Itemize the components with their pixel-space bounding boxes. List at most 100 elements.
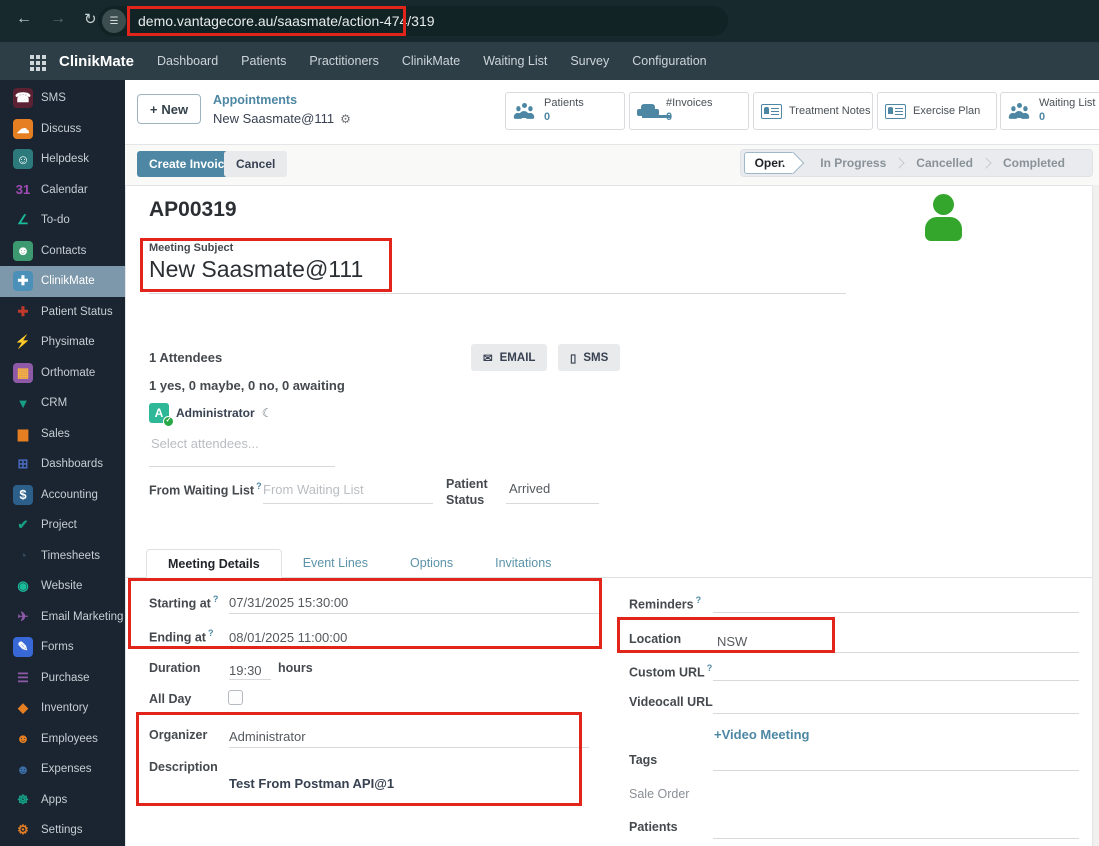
tab-meeting-details[interactable]: Meeting Details [146, 549, 282, 578]
waiting-list-count: 0 [1039, 111, 1046, 123]
site-settings-icon[interactable]: ☰ [102, 9, 126, 33]
cancel-button[interactable]: Cancel [224, 151, 288, 177]
back-icon[interactable]: ← [16, 10, 32, 28]
sidebar-item-sales[interactable]: ▆ Sales [0, 419, 125, 450]
sidebar-item-sms[interactable]: ☎ SMS [0, 83, 125, 114]
help-icon[interactable]: ? [707, 663, 713, 673]
sidebar-item-expenses[interactable]: ☻ Expenses [0, 754, 125, 785]
sidebar-item-clinikmate[interactable]: ✚ ClinikMate [0, 266, 125, 297]
sidebar-item-apps[interactable]: ☸ Apps [0, 785, 125, 816]
sidebar-item-email-marketing[interactable]: ✈ Email Marketing [0, 602, 125, 633]
project-icon: ✔ [17, 517, 29, 533]
status-step-open[interactable]: Open [743, 152, 794, 174]
reload-icon[interactable]: ↻ [84, 10, 97, 28]
sidebar-item-crm[interactable]: ▼ CRM [0, 388, 125, 419]
nav-item-survey[interactable]: Survey [570, 54, 609, 68]
from-waiting-list-input[interactable]: From Waiting List [263, 482, 364, 497]
gear-icon[interactable]: ⚙ [340, 112, 351, 126]
sidebar-item-todo[interactable]: ∠ To-do [0, 205, 125, 236]
stat-button-waiting-list[interactable]: Waiting List 0 [1000, 92, 1099, 130]
patients-field[interactable] [713, 838, 1079, 839]
ending-at-input[interactable]: 08/01/2025 11:00:00 [229, 630, 347, 645]
nav-item-practitioners[interactable]: Practitioners [309, 54, 378, 68]
stat-button-patients[interactable]: Patients 0 [505, 92, 625, 130]
sidebar-item-employees[interactable]: ☻ Employees [0, 724, 125, 755]
meeting-subject-input[interactable]: New Saasmate@111 [149, 256, 363, 283]
nav-item-configuration[interactable]: Configuration [632, 54, 706, 68]
select-attendees-input[interactable]: Select attendees... [151, 436, 259, 451]
envelope-icon: ✉ [483, 352, 493, 365]
forward-icon[interactable]: → [50, 10, 66, 28]
sidebar-item-physimate[interactable]: ⚡ Physimate [0, 327, 125, 358]
sidebar-item-helpdesk[interactable]: ☺ Helpdesk [0, 144, 125, 175]
avatar: A ✓ [149, 403, 174, 427]
sidebar-item-patient-status[interactable]: ✚ Patient Status [0, 297, 125, 328]
email-button[interactable]: ✉ EMAIL [471, 344, 548, 371]
help-icon[interactable]: ? [208, 628, 214, 638]
status-step-cancelled[interactable]: Cancelled [901, 156, 988, 170]
contacts-icon: ☻ [13, 240, 33, 261]
sidebar-item-project[interactable]: ✔ Project [0, 510, 125, 541]
breadcrumb: New Saasmate@111 ⚙ [213, 111, 351, 126]
sidebar-item-purchase[interactable]: ☰ Purchase [0, 663, 125, 694]
starting-at-input[interactable]: 07/31/2025 15:30:00 [229, 595, 348, 610]
help-icon[interactable]: ? [256, 481, 262, 491]
help-icon[interactable]: ? [696, 595, 702, 605]
reminders-field[interactable] [713, 612, 1079, 613]
stat-button-exercise-plan[interactable]: Exercise Plan [877, 92, 997, 130]
status-step-completed[interactable]: Completed [988, 156, 1080, 170]
breadcrumb-appointments[interactable]: Appointments [213, 93, 297, 107]
description-input[interactable]: Test From Postman API@1 [229, 776, 394, 791]
add-video-meeting-link[interactable]: +Video Meeting [714, 727, 809, 742]
all-day-checkbox[interactable] [228, 690, 243, 705]
videocall-url-field[interactable] [713, 713, 1079, 714]
new-button[interactable]: + New [137, 94, 201, 124]
organizer-input[interactable]: Administrator [229, 729, 306, 744]
invoices-count: 0 [666, 111, 673, 123]
sms-button[interactable]: ▯ SMS [558, 344, 621, 371]
stat-button-invoices[interactable]: #Invoices 0 [629, 92, 749, 130]
attendee-chip[interactable]: A ✓ Administrator ☾ [149, 403, 273, 427]
nav-item-waiting-list[interactable]: Waiting List [483, 54, 547, 68]
nav-item-dashboard[interactable]: Dashboard [157, 54, 218, 68]
status-step-in-progress[interactable]: In Progress [805, 156, 901, 170]
sidebar-item-inventory[interactable]: ◆ Inventory [0, 693, 125, 724]
sidebar-item-calendar[interactable]: 31 Calendar [0, 175, 125, 206]
stat-button-treatment-notes[interactable]: Treatment Notes [753, 92, 873, 130]
sidebar-item-dashboards[interactable]: ⊞ Dashboards [0, 449, 125, 480]
moon-icon: ☾ [261, 406, 273, 420]
car-icon [637, 104, 659, 118]
orthomate-icon: ▦ [13, 362, 33, 383]
sidebar-item-contacts[interactable]: ☻ Contacts [0, 236, 125, 267]
url-input[interactable]: demo.vantagecore.au/saasmate/action-474/… [138, 13, 435, 29]
sidebar-item-website[interactable]: ◉ Website [0, 571, 125, 602]
apps-icon: ☸ [17, 791, 29, 807]
nav-item-clinikmate[interactable]: ClinikMate [402, 54, 460, 68]
sidebar-item-forms[interactable]: ✎ Forms [0, 632, 125, 663]
address-bar[interactable]: ☰ demo.vantagecore.au/saasmate/action-47… [98, 6, 728, 36]
videocall-url-label: Videocall URL [629, 695, 713, 709]
tab-event-lines[interactable]: Event Lines [282, 549, 389, 577]
location-underline [713, 652, 1079, 653]
tab-invitations[interactable]: Invitations [474, 549, 572, 577]
attendees-heading: 1 Attendees [149, 350, 223, 365]
sidebar-item-settings[interactable]: ⚙ Settings [0, 815, 125, 846]
sidebar-item-orthomate[interactable]: ▦ Orthomate [0, 358, 125, 389]
duration-input[interactable]: 19:30 [229, 663, 262, 678]
nav-item-patients[interactable]: Patients [241, 54, 286, 68]
apps-menu-icon[interactable] [30, 55, 34, 59]
sidebar-item-discuss[interactable]: ☁ Discuss [0, 114, 125, 145]
tags-field[interactable] [713, 770, 1079, 771]
sidebar-item-timesheets[interactable]: ◔ Timesheets [0, 541, 125, 572]
reminders-label: Reminders? [629, 595, 702, 612]
custom-url-field[interactable] [713, 680, 1079, 681]
duration-label: Duration [149, 661, 201, 675]
sidebar-item-accounting[interactable]: $ Accounting [0, 480, 125, 511]
app-brand[interactable]: ClinikMate [59, 53, 134, 70]
expenses-icon: ☻ [16, 761, 30, 777]
all-day-label: All Day [149, 692, 192, 706]
patient-status-value[interactable]: Arrived [509, 481, 550, 496]
tab-options[interactable]: Options [389, 549, 474, 577]
help-icon[interactable]: ? [213, 594, 219, 604]
location-input[interactable]: NSW [717, 634, 747, 649]
